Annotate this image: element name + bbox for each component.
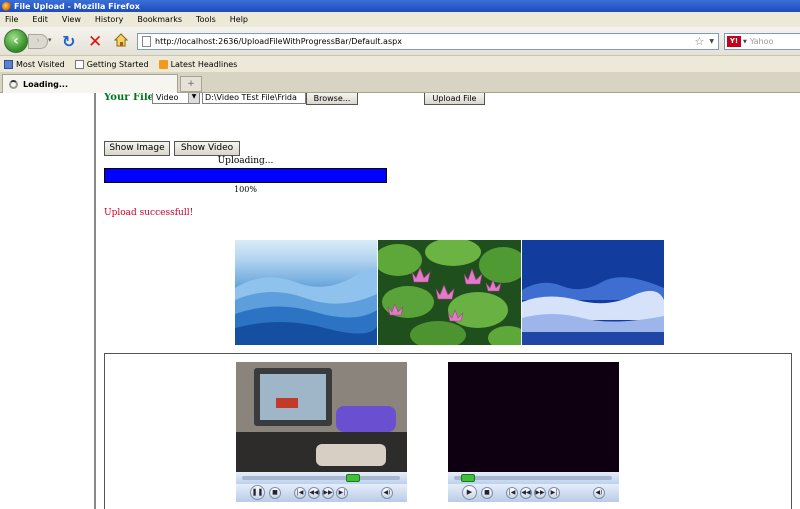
search-box[interactable]: Y! ▼ Yahoo — [724, 33, 800, 50]
stop-icon[interactable]: ✕ — [88, 32, 102, 52]
fast-forward-icon[interactable]: ▶▶ — [534, 487, 546, 499]
show-image-button[interactable]: Show Image — [104, 141, 170, 156]
chevron-down-icon[interactable]: ▼ — [188, 93, 199, 103]
seek-thumb[interactable] — [345, 474, 360, 482]
driving-simulator-frame — [236, 362, 407, 472]
menu-edit[interactable]: Edit — [32, 15, 48, 24]
player-controls-1: ❚❚ ■ |◀ ◀◀ ▶▶ ▶| ◀) — [236, 484, 407, 502]
new-tab-button[interactable]: + — [180, 76, 202, 92]
pause-icon[interactable]: ❚❚ — [250, 485, 265, 500]
back-button[interactable]: ‹ — [4, 29, 28, 53]
video-player-2[interactable]: ▶ ■ |◀ ◀◀ ▶▶ ▶| ◀) — [448, 362, 619, 508]
forest-graphic — [522, 240, 664, 345]
menu-bar: File Edit View History Bookmarks Tools H… — [0, 12, 800, 27]
bookmarks-toolbar: Most Visited Getting Started Latest Head… — [0, 56, 800, 72]
page-content: Your File Video ▼ D:\Video TEst File\Fri… — [98, 93, 800, 509]
url-dropdown-icon[interactable]: ▼ — [709, 38, 714, 45]
window-title-bar: File Upload - Mozilla Firefox — [0, 0, 800, 12]
tab-label: Loading... — [23, 79, 68, 89]
image-frosted-forest — [522, 240, 664, 345]
bookmark-label: Getting Started — [86, 59, 149, 69]
progress-fill — [105, 169, 386, 182]
seek-bar-2[interactable] — [448, 472, 619, 484]
tab-active[interactable]: Loading... — [2, 74, 178, 93]
player-controls-2: ▶ ■ |◀ ◀◀ ▶▶ ▶| ◀) — [448, 484, 619, 502]
image-blue-mountains — [235, 240, 377, 345]
next-icon[interactable]: ▶| — [548, 487, 560, 499]
seek-track[interactable] — [242, 476, 400, 480]
tab-strip: Loading... + — [0, 72, 800, 93]
search-placeholder[interactable]: Yahoo — [750, 37, 774, 46]
reload-icon[interactable]: ↻ — [62, 32, 75, 51]
home-icon[interactable] — [113, 32, 129, 48]
window-title: File Upload - Mozilla Firefox — [14, 1, 140, 11]
mountains-graphic — [235, 268, 377, 345]
video-screen-1[interactable] — [236, 362, 407, 472]
video-player-1[interactable]: ❚❚ ■ |◀ ◀◀ ▶▶ ▶| ◀) — [236, 362, 407, 508]
video-panel: ❚❚ ■ |◀ ◀◀ ▶▶ ▶| ◀) ▶ ■ |◀ ◀◀ ▶▶ ▶| ◀) — [104, 353, 792, 509]
seek-bar-1[interactable] — [236, 472, 407, 484]
play-icon[interactable]: ▶ — [462, 485, 477, 500]
upload-progress-bar — [104, 168, 387, 183]
yahoo-engine-icon[interactable]: Y! — [727, 36, 741, 47]
uploading-status: Uploading... — [217, 156, 274, 166]
browse-button[interactable]: Browse... — [306, 93, 358, 105]
bookmark-getting-started[interactable]: Getting Started — [74, 59, 149, 69]
previous-icon[interactable]: |◀ — [294, 487, 306, 499]
menu-file[interactable]: File — [5, 15, 18, 24]
bookmark-star-icon[interactable]: ☆ — [695, 35, 705, 48]
navigation-toolbar: ‹ › ▾ ↻ ✕ http://localhost:2636/UploadFi… — [0, 27, 800, 56]
history-dropdown-icon[interactable]: ▾ — [48, 36, 52, 44]
stop-icon[interactable]: ■ — [269, 487, 281, 499]
engine-dropdown-icon[interactable]: ▼ — [743, 39, 747, 45]
video-screen-2[interactable] — [448, 362, 619, 472]
page-icon — [74, 59, 84, 69]
menu-bookmarks[interactable]: Bookmarks — [137, 15, 182, 24]
rewind-icon[interactable]: ◀◀ — [520, 487, 532, 499]
bookmark-label: Most Visited — [16, 59, 65, 69]
volume-icon[interactable]: ◀) — [593, 487, 605, 499]
progress-percent: 100% — [234, 185, 257, 194]
forward-button[interactable]: › — [28, 34, 48, 49]
file-type-select[interactable]: Video ▼ — [152, 93, 200, 104]
volume-icon[interactable]: ◀) — [381, 487, 393, 499]
bookmark-label: Latest Headlines — [170, 59, 238, 69]
bookmark-latest-headlines[interactable]: Latest Headlines — [158, 59, 238, 69]
file-type-value: Video — [156, 93, 179, 102]
seek-track[interactable] — [454, 476, 612, 480]
menu-tools[interactable]: Tools — [196, 15, 216, 24]
show-video-button[interactable]: Show Video — [174, 141, 240, 156]
lilies-graphic — [378, 240, 521, 345]
address-bar[interactable]: http://localhost:2636/UploadFileWithProg… — [137, 33, 719, 50]
upload-file-button[interactable]: Upload File — [424, 93, 485, 105]
next-icon[interactable]: ▶| — [336, 487, 348, 499]
menu-help[interactable]: Help — [230, 15, 248, 24]
firefox-icon — [2, 1, 11, 11]
folder-icon — [4, 59, 13, 69]
left-frame — [0, 93, 96, 509]
bookmark-most-visited[interactable]: Most Visited — [4, 59, 65, 69]
menu-history[interactable]: History — [95, 15, 123, 24]
seek-thumb[interactable] — [461, 474, 476, 482]
url-text[interactable]: http://localhost:2636/UploadFileWithProg… — [155, 37, 695, 46]
rewind-icon[interactable]: ◀◀ — [308, 487, 320, 499]
image-water-lilies — [378, 240, 521, 345]
page-icon — [142, 36, 151, 47]
file-path-input[interactable]: D:\Video TEst File\Frida — [202, 93, 306, 104]
menu-view[interactable]: View — [62, 15, 81, 24]
rss-icon — [158, 59, 168, 69]
upload-result-message: Upload successfull! — [104, 208, 194, 218]
stop-icon[interactable]: ■ — [481, 487, 493, 499]
fast-forward-icon[interactable]: ▶▶ — [322, 487, 334, 499]
your-file-label: Your File — [104, 93, 155, 103]
previous-icon[interactable]: |◀ — [506, 487, 518, 499]
loading-spinner-icon — [9, 79, 18, 89]
